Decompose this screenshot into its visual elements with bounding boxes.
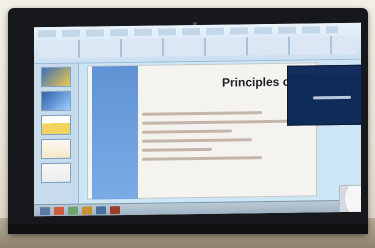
bullet-line: [142, 156, 262, 161]
slide-thumbnail-4: [41, 138, 71, 160]
taskbar-icon: [110, 206, 120, 215]
ribbon-groups: [38, 35, 356, 59]
monitor-bottom-bezel: [8, 224, 368, 234]
ribbon-toolbar: [34, 22, 361, 65]
slide-page: Principles of CM: [87, 62, 317, 200]
slide-thumbnail-pane: [34, 63, 79, 205]
taskbar-icon: [40, 207, 50, 216]
taskbar-icon: [68, 206, 78, 215]
ribbon-tabs: [38, 26, 338, 38]
slide-thumbnail-1: [41, 66, 71, 88]
bullet-line: [142, 129, 232, 134]
bullet-line: [142, 111, 262, 116]
slide-thumbnail-5: [41, 162, 71, 184]
presenter-panel: [287, 64, 361, 126]
presenter-panel-text: [313, 95, 351, 100]
display-screen: Principles of CM: [34, 22, 361, 217]
bullet-line: [142, 138, 252, 143]
slide-thumbnail-3: [41, 114, 71, 136]
slide-accent-stripe: [92, 65, 138, 200]
bullet-line: [142, 119, 302, 125]
taskbar-icon: [96, 206, 106, 215]
slide-thumbnail-2: [41, 90, 71, 112]
taskbar-icon: [82, 206, 92, 215]
webcam-preview: [339, 184, 361, 217]
taskbar-icon: [54, 206, 64, 216]
presenter-panel-header: [288, 65, 361, 75]
bullet-line: [142, 147, 212, 152]
